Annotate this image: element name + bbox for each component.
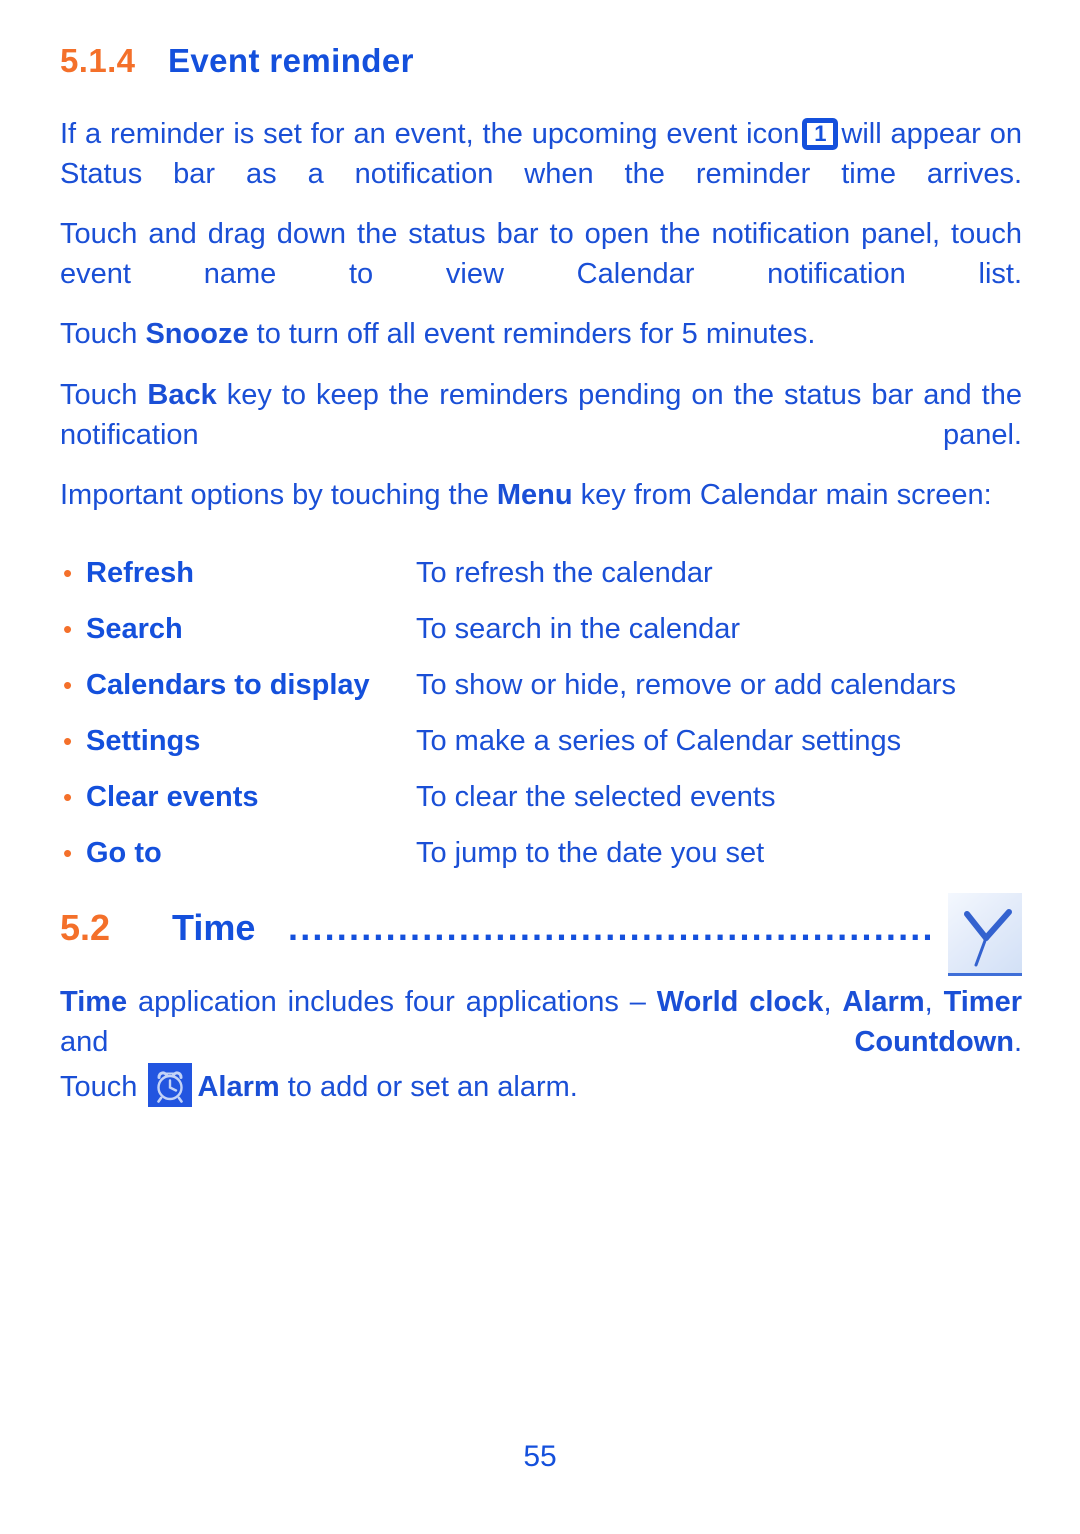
section-heading-514: 5.1.4 Event reminder <box>60 42 1020 80</box>
section-heading-52: 5.2 Time ...............................… <box>60 900 1022 956</box>
bullet-icon: • <box>63 670 73 700</box>
paragraph-important-options: Important options by touching the Menu k… <box>60 475 1022 515</box>
paragraph-5-prefix: Important options by touching the <box>60 479 497 511</box>
time-sep-3: and <box>60 1026 855 1058</box>
bullet-icon: • <box>63 838 73 868</box>
back-keyword: Back <box>147 379 217 411</box>
option-description-settings: To make a series of Calendar settings <box>416 725 902 757</box>
paragraph-touch-alarm: Touch Alarm to add or set an alarm. <box>60 1063 1022 1107</box>
calendar-event-icon: 1 <box>802 118 839 150</box>
option-description-calendars-to-display: To show or hide, remove or add calendars <box>416 669 957 701</box>
countdown-keyword: Countdown <box>854 1026 1014 1058</box>
bullet-icon: • <box>63 782 73 812</box>
section-number-514: 5.1.4 <box>60 42 136 79</box>
section-title-52: Time <box>172 907 256 948</box>
touch-alarm-suffix: to add or set an alarm. <box>279 1071 578 1103</box>
paragraph-4-prefix: Touch <box>60 379 148 411</box>
snooze-keyword: Snooze <box>145 318 249 350</box>
option-description-search: To search in the calendar <box>416 613 741 645</box>
list-item: • Refresh To refresh the calendar <box>60 545 1022 601</box>
list-item: • Calendars to display To show or hide, … <box>60 657 1022 713</box>
time-keyword: Time <box>60 986 128 1018</box>
option-description-clear-events: To clear the selected events <box>416 781 776 813</box>
time-paragraph-mid: application includes four applications – <box>127 986 657 1018</box>
touch-alarm-prefix: Touch <box>60 1071 146 1103</box>
dot-leader: ........................................… <box>288 907 930 948</box>
option-label-settings: Settings <box>86 725 201 757</box>
clock-icon <box>948 893 1022 976</box>
bullet-icon: • <box>63 558 73 588</box>
paragraph-3-prefix: Touch <box>60 318 146 350</box>
section-title-514: Event reminder <box>168 42 414 79</box>
option-description-go-to: To jump to the date you set <box>416 837 765 869</box>
list-item: • Search To search in the calendar <box>60 601 1022 657</box>
calendar-icon-number: 1 <box>814 121 827 146</box>
paragraph-5-suffix: key from Calendar main screen: <box>572 479 992 511</box>
option-label-clear-events: Clear events <box>86 781 259 813</box>
paragraph-3-suffix: to turn off all event reminders for 5 mi… <box>248 318 816 350</box>
time-sep-2: , <box>924 986 944 1018</box>
option-label-search: Search <box>86 613 183 645</box>
time-paragraph-end: . <box>1013 1026 1022 1058</box>
alarm-keyword-inline: Alarm <box>197 1071 280 1103</box>
alarm-clock-icon <box>148 1063 193 1107</box>
bullet-icon: • <box>63 614 73 644</box>
list-item: • Clear events To clear the selected eve… <box>60 769 1022 825</box>
menu-keyword: Menu <box>496 479 573 511</box>
paragraph-2-text: Touch and drag down the status bar to op… <box>60 218 1022 290</box>
calendar-menu-options-list: • Refresh To refresh the calendar • Sear… <box>60 545 1022 881</box>
option-label-calendars-to-display: Calendars to display <box>86 669 370 701</box>
section-number-52: 5.2 <box>60 907 111 948</box>
time-sep-1: , <box>823 986 843 1018</box>
world-clock-keyword: World clock <box>656 986 824 1018</box>
list-item: • Go to To jump to the date you set <box>60 825 1022 881</box>
page-number: 55 <box>523 1440 557 1473</box>
paragraph-1-text-before: If a reminder is set for an event, the u… <box>60 118 800 150</box>
option-description-refresh: To refresh the calendar <box>416 557 713 589</box>
alarm-keyword: Alarm <box>842 986 925 1018</box>
paragraph-snooze: Touch Snooze to turn off all event remin… <box>60 314 1022 354</box>
option-label-go-to: Go to <box>86 837 162 869</box>
bullet-icon: • <box>63 726 73 756</box>
option-label-refresh: Refresh <box>86 557 194 589</box>
document-page: 5.1.4 Event reminder If a reminder is set… <box>0 0 1080 1534</box>
timer-keyword: Timer <box>943 986 1023 1018</box>
list-item: • Settings To make a series of Calendar … <box>60 713 1022 769</box>
